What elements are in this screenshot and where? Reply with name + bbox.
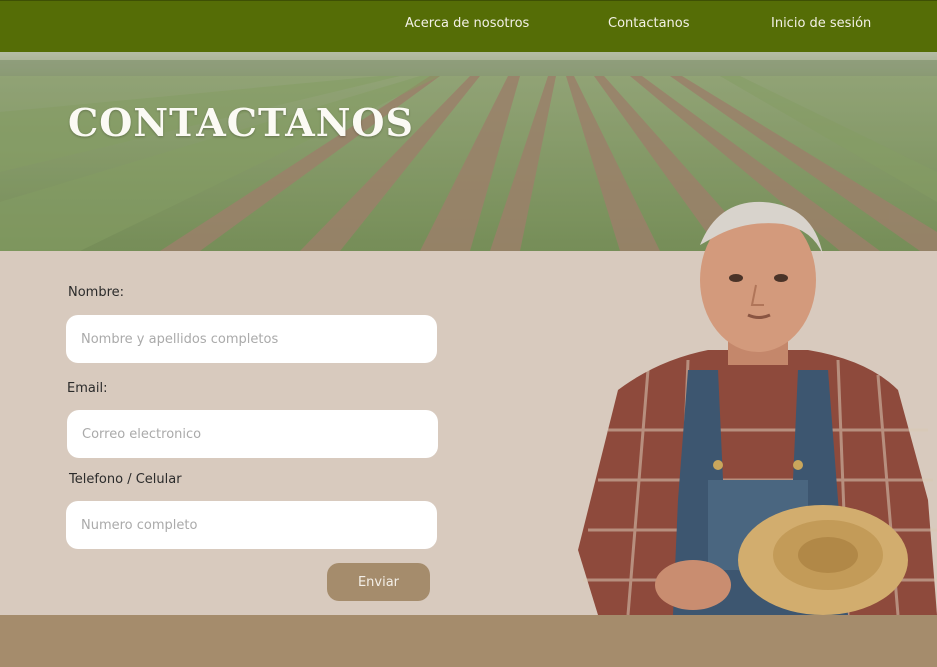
farmer-portrait-image	[578, 201, 937, 615]
submit-button[interactable]: Enviar	[327, 563, 430, 601]
nav-link-about[interactable]: Acerca de nosotros	[405, 16, 529, 31]
page-title: CONTACTANOS	[68, 100, 414, 145]
phone-input[interactable]	[66, 501, 437, 549]
footer-band	[0, 615, 937, 667]
email-input[interactable]	[67, 410, 438, 458]
nav-link-contact[interactable]: Contactanos	[608, 16, 690, 31]
email-label: Email:	[67, 381, 108, 396]
name-input[interactable]	[66, 315, 437, 363]
phone-label: Telefono / Celular	[69, 472, 182, 487]
nav-link-login[interactable]: Inicio de sesión	[771, 16, 871, 31]
top-navbar: Acerca de nosotros Contactanos Inicio de…	[0, 0, 937, 52]
name-label: Nombre:	[68, 285, 125, 300]
